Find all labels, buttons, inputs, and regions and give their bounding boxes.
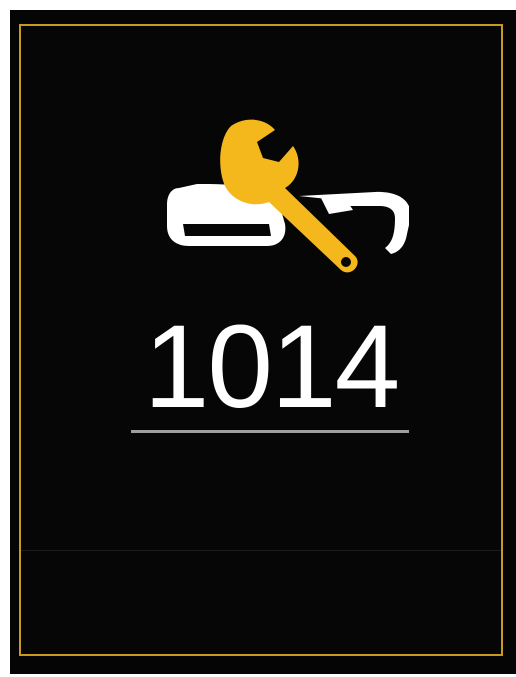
- footer-area: [21, 551, 501, 654]
- device-screen: 1014: [10, 10, 516, 674]
- maintenance-wrench-icon: [149, 106, 411, 276]
- counter-value: 1014: [143, 301, 401, 433]
- maintenance-panel: 1014: [19, 24, 503, 656]
- value-underline: [131, 430, 409, 433]
